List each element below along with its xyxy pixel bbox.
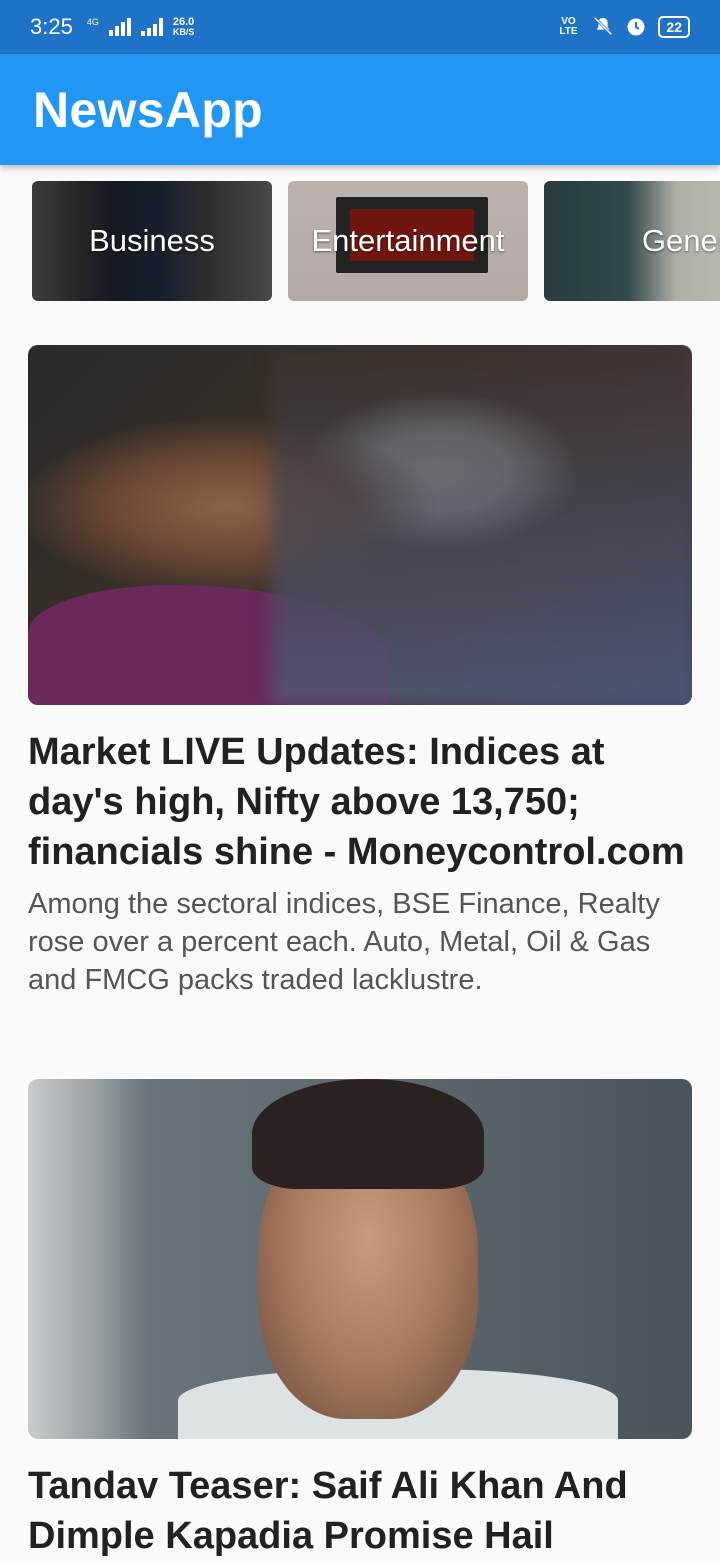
network-speed-unit: KB/S xyxy=(172,27,195,37)
article-image[interactable] xyxy=(28,1079,692,1439)
article-card[interactable]: Market LIVE Updates: Indices at day's hi… xyxy=(28,345,692,999)
article-title[interactable]: Tandav Teaser: Saif Ali Khan And Dimple … xyxy=(28,1461,692,1561)
status-right-icons: VO LTE 22 xyxy=(554,14,690,41)
network-speed: 26.0 KB/S xyxy=(172,17,195,38)
signal-icon xyxy=(108,18,131,36)
article-image[interactable] xyxy=(28,345,692,705)
category-label: Business xyxy=(89,223,215,258)
app-bar: NewsApp xyxy=(0,54,720,165)
battery-level: 22 xyxy=(666,19,682,35)
mute-icon xyxy=(592,15,614,40)
status-left-icons: 4G 26.0 KB/S xyxy=(86,17,195,38)
status-time: 3:25 xyxy=(30,14,73,39)
volte-icon: VO LTE xyxy=(559,16,578,37)
article-description: Among the sectoral indices, BSE Finance,… xyxy=(28,888,660,996)
battery-icon: 22 xyxy=(658,16,690,38)
category-card-business[interactable]: Business xyxy=(32,181,272,301)
status-bar: 3:25 4G 26.0 KB/S VO LTE 22 xyxy=(0,0,720,54)
category-card-entertainment[interactable]: Entertainment xyxy=(288,181,528,301)
article-title[interactable]: Market LIVE Updates: Indices at day's hi… xyxy=(28,727,692,877)
category-label: General xyxy=(641,223,720,258)
alarm-icon xyxy=(624,14,648,41)
network-type-label: 4G xyxy=(86,17,99,27)
signal-icon xyxy=(140,18,163,36)
category-label: Entertainment xyxy=(311,223,505,258)
category-list[interactable]: Business Entertainment General xyxy=(32,181,720,301)
category-card-general[interactable]: General xyxy=(544,181,720,301)
article-card[interactable]: Tandav Teaser: Saif Ali Khan And Dimple … xyxy=(28,1079,692,1561)
app-title: NewsApp xyxy=(33,81,263,138)
